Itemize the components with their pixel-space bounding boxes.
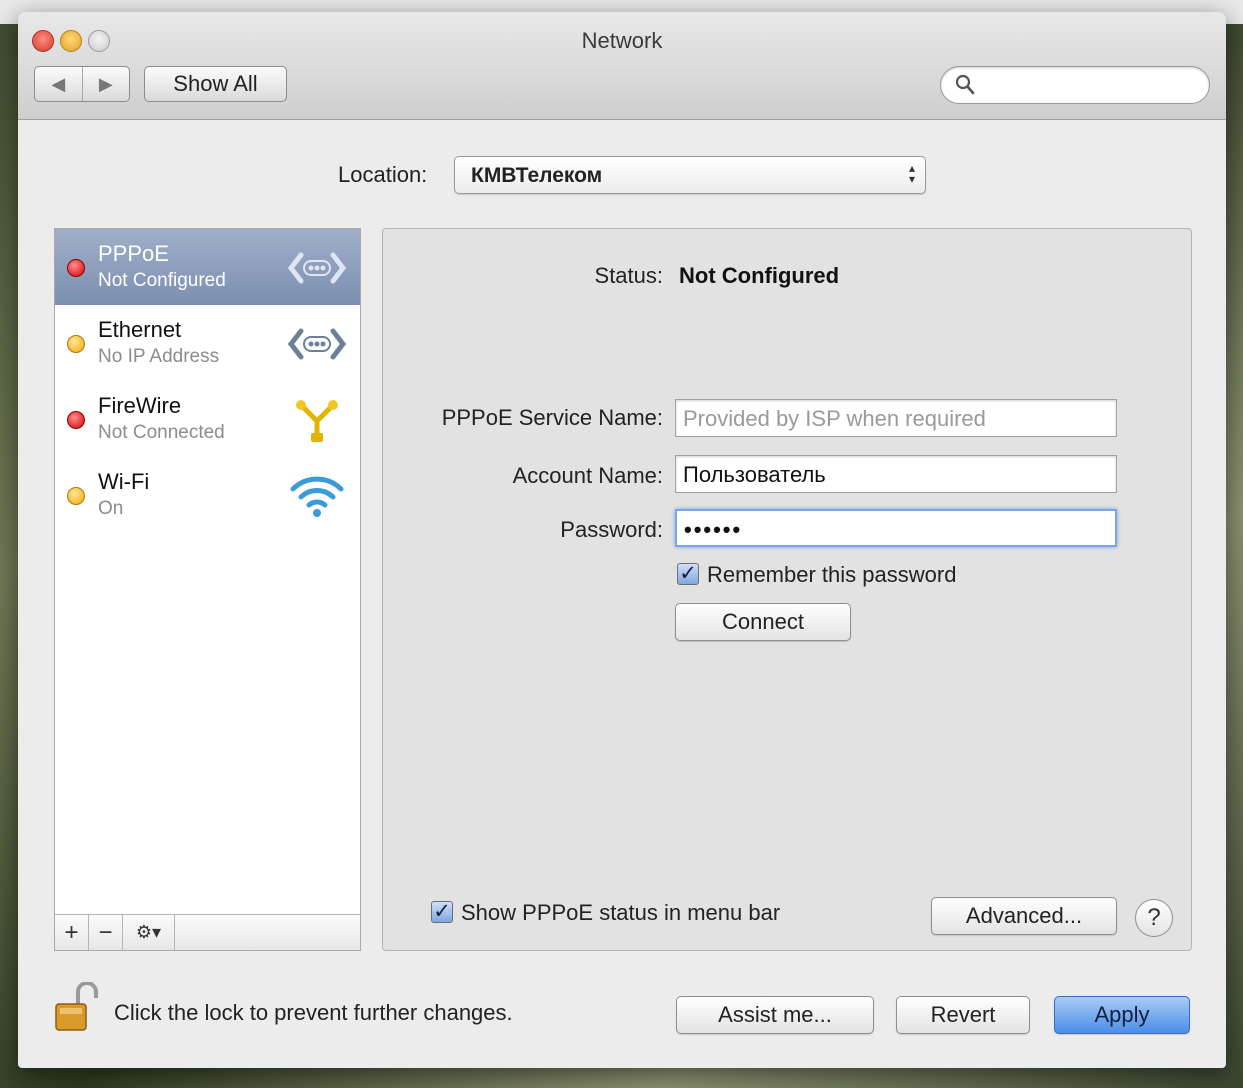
service-list-toolbar: + − ⚙▾ xyxy=(55,914,360,950)
back-forward-control: ◀ ▶ xyxy=(34,66,130,102)
service-item-ethernet[interactable]: Ethernet No IP Address xyxy=(55,305,360,381)
help-button[interactable]: ? xyxy=(1135,899,1173,937)
search-icon xyxy=(955,74,975,95)
ethernet-icon xyxy=(287,252,347,284)
service-name: Ethernet xyxy=(98,317,182,342)
status-value: Not Configured xyxy=(679,263,840,288)
service-name-label: PPPoE Service Name: xyxy=(441,405,663,430)
service-item-firewire[interactable]: FireWire Not Connected xyxy=(55,381,360,457)
service-name-field[interactable]: Provided by ISP when required xyxy=(675,399,1117,437)
service-name: Wi-Fi xyxy=(98,469,150,494)
service-status: On xyxy=(98,498,124,519)
connect-button[interactable]: Connect xyxy=(675,603,851,641)
password-label: Password: xyxy=(560,517,663,542)
ethernet-icon xyxy=(287,328,347,360)
revert-button[interactable]: Revert xyxy=(896,996,1030,1034)
window-title: Network xyxy=(581,28,663,53)
status-label: Status: xyxy=(594,263,663,288)
account-name-label: Account Name: xyxy=(512,463,663,488)
gear-icon[interactable]: ⚙▾ xyxy=(123,915,175,950)
popup-arrows-icon: ▴ ▾ xyxy=(908,161,915,186)
lock-icon[interactable] xyxy=(52,982,102,1032)
password-field[interactable]: •••••• xyxy=(675,509,1117,547)
location-label: Location: xyxy=(338,162,428,187)
service-name: FireWire xyxy=(98,393,182,418)
status-dot-red xyxy=(67,411,85,429)
add-service-button[interactable]: + xyxy=(55,915,89,950)
service-name: PPPoE xyxy=(98,241,169,266)
service-detail-panel: Status: Not Configured PPPoE Service Nam… xyxy=(382,228,1192,951)
show-all-button[interactable]: Show All xyxy=(144,66,287,102)
apply-button[interactable]: Apply xyxy=(1054,996,1190,1034)
location-popup[interactable]: КМВТелеком ▴ ▾ xyxy=(454,156,926,194)
wifi-icon xyxy=(290,476,344,517)
status-dot-yellow xyxy=(67,335,85,353)
search-field[interactable] xyxy=(940,66,1210,104)
remove-service-button[interactable]: − xyxy=(89,915,123,950)
location-value: КМВТелеком xyxy=(471,164,603,187)
advanced-button[interactable]: Advanced... xyxy=(931,897,1117,935)
status-dot-red xyxy=(67,259,85,277)
status-dot-yellow xyxy=(67,487,85,505)
service-item-wifi[interactable]: Wi-Fi On xyxy=(55,457,360,533)
titlebar: Network ◀ ▶ Show All xyxy=(18,12,1226,120)
service-status: Not Configured xyxy=(98,270,226,291)
remember-password-checkbox[interactable]: ✓ xyxy=(677,563,699,585)
back-arrow-icon[interactable]: ◀ xyxy=(35,67,83,101)
forward-arrow-icon[interactable]: ▶ xyxy=(83,67,130,101)
firewire-icon xyxy=(296,400,338,442)
service-status: No IP Address xyxy=(98,346,220,367)
service-list: PPPoE Not Configured Ethernet No IP Addr… xyxy=(54,228,361,951)
lock-message: Click the lock to prevent further change… xyxy=(114,1000,513,1025)
service-status: Not Connected xyxy=(98,422,225,443)
account-name-field[interactable]: Пользователь xyxy=(675,455,1117,493)
assist-me-button[interactable]: Assist me... xyxy=(676,996,874,1034)
remember-password-label: Remember this password xyxy=(707,562,957,587)
show-status-label: Show PPPoE status in menu bar xyxy=(461,900,781,925)
show-status-checkbox[interactable]: ✓ xyxy=(431,901,453,923)
service-item-pppoe[interactable]: PPPoE Not Configured xyxy=(55,229,360,305)
network-preferences-window: Network ◀ ▶ Show All Location: КМВТелеко… xyxy=(18,12,1226,1068)
